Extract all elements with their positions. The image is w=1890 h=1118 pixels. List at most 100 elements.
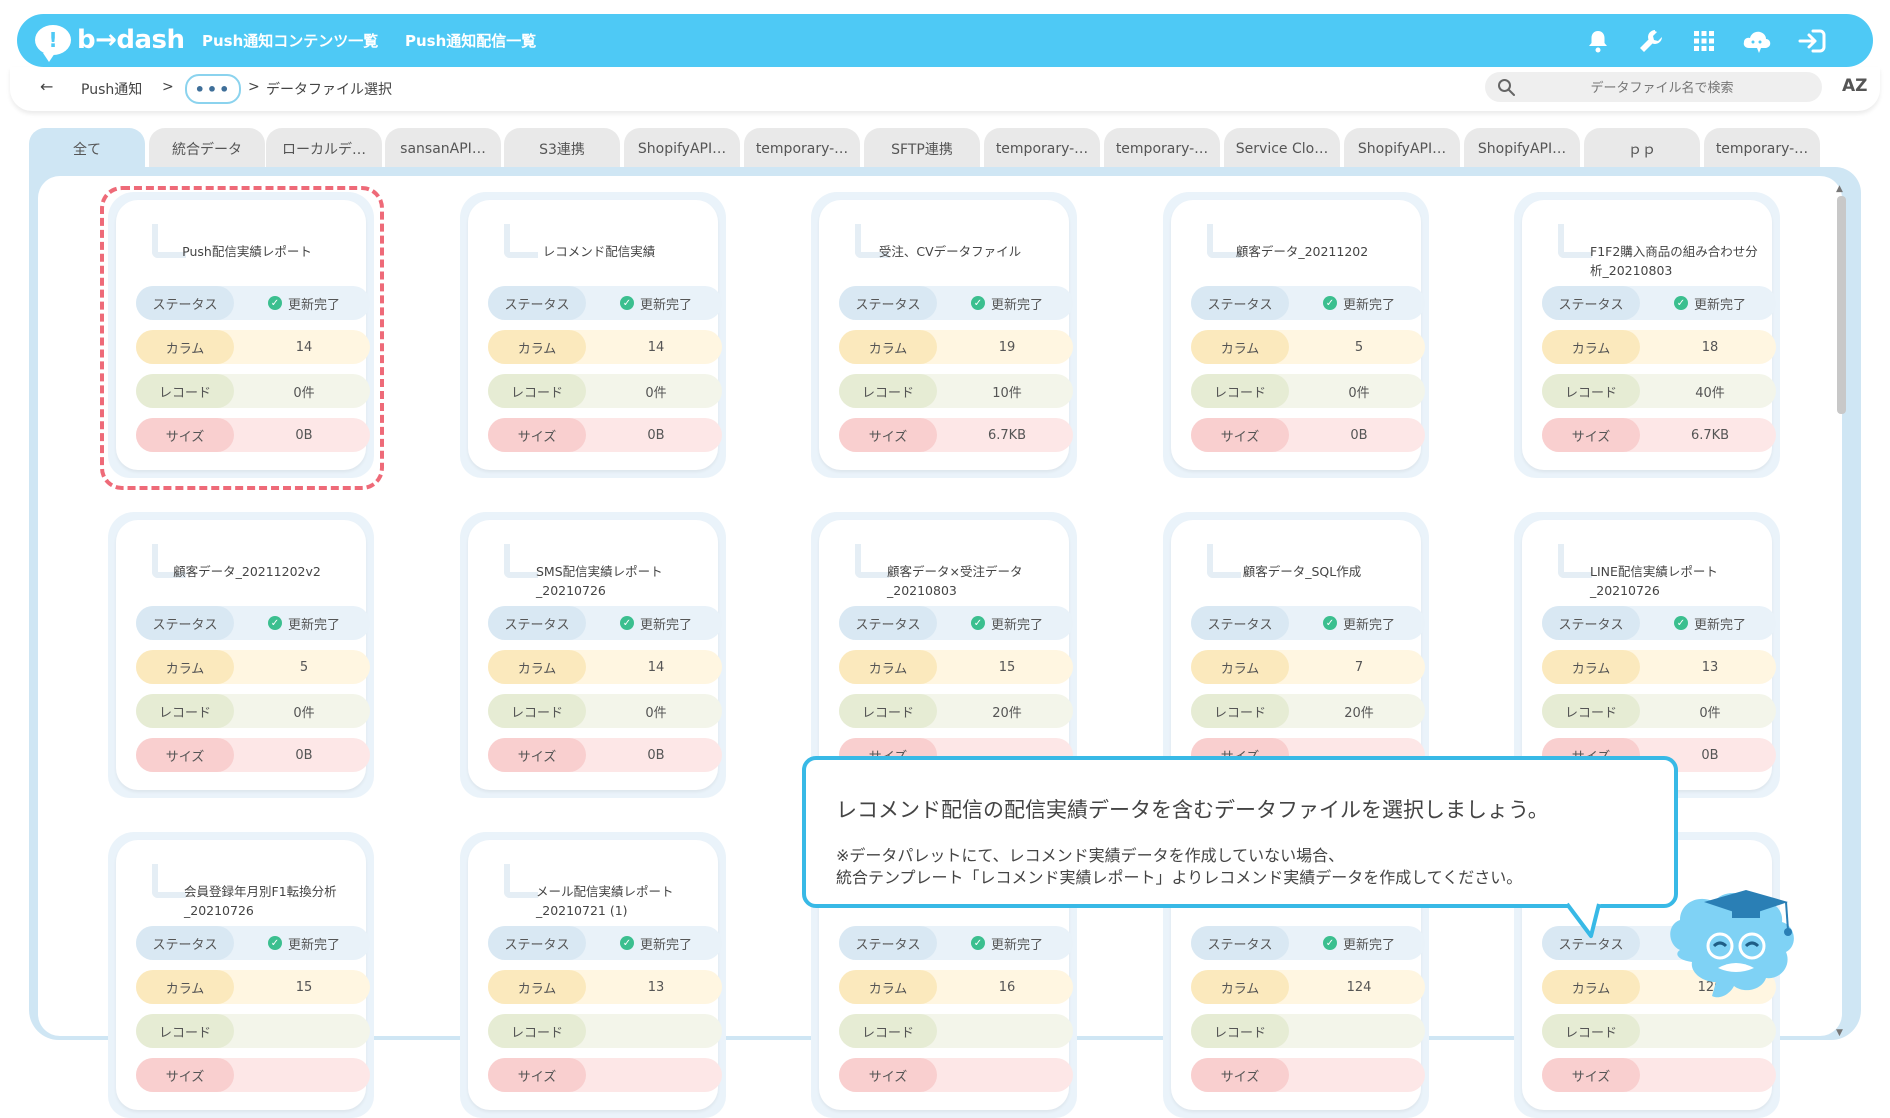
selection-highlight [100,186,384,490]
file-corner-icon [1558,544,1592,578]
card-label-size: サイズ [1191,418,1289,452]
card-value-record [941,1014,1073,1048]
tab-9[interactable]: temporary-… [1104,128,1220,170]
card-label-status: ステータス [488,926,586,960]
card-row-record: レコード 0件 [136,694,370,728]
card-value-size [941,1058,1073,1092]
card-value-column: 13 [1701,659,1719,675]
card-body: 顧客データ_20211202 ステータス ✓ 更新完了 カラム 5 レコード 0件 サイズ 0B [1171,200,1425,470]
card-label-size: サイズ [1542,418,1640,452]
check-circle-icon: ✓ [970,936,985,950]
card-row-status: ステータス ✓ 更新完了 [839,286,1073,320]
scroll-down-icon[interactable]: ▼ [1836,1028,1843,1038]
tab-12[interactable]: ShopifyAPI… [1464,128,1580,170]
tab-0[interactable]: 全て [29,128,145,170]
logout-icon[interactable] [1797,26,1827,56]
card-label-column: カラム [1191,330,1289,364]
card-value-status: ✓ 更新完了 [1644,286,1776,320]
tab-1[interactable]: 統合データ [149,128,265,170]
tab-11[interactable]: ShopifyAPI… [1344,128,1460,170]
card-label-size: サイズ [1542,1058,1640,1092]
card-label-column: カラム [488,330,586,364]
card-value-size [1293,1058,1425,1092]
card-label-status: ステータス [1542,286,1640,320]
tab-2[interactable]: ローカルデ… [266,128,382,170]
card-label-record: レコード [488,374,586,408]
breadcrumb-bar: ← Push通知 > ••• > データファイル選択 AZ [10,67,1880,111]
card-label-record: レコード [839,694,937,728]
search-input[interactable] [1525,76,1799,100]
bell-icon[interactable] [1583,26,1613,56]
card-value-column: 15 [295,979,313,995]
nav-push-contents[interactable]: Push通知コンテンツ一覧 [202,30,378,51]
tooltip-main-text: レコメンド配信の配信実績データを含むデータファイルを選択しましょう。 [836,798,1549,822]
tab-14[interactable]: temporary-… [1704,128,1820,170]
data-file-card[interactable]: レコメンド配信実績 ステータス ✓ 更新完了 カラム 14 レコード 0件 サイズ 0B [460,192,726,478]
tab-7[interactable]: SFTP連携 [864,128,980,170]
scrollbar-thumb[interactable] [1837,196,1846,414]
tooltip-note-line2: 統合テンプレート「レコメンド実績レポート」よりレコメンド実績データを作成してくだ… [836,868,1523,887]
card-label-record: レコード [1542,374,1640,408]
card-title: 顧客データ×受注データ_20210803 [887,564,1023,598]
tab-6[interactable]: temporary-… [744,128,860,170]
card-label-status: ステータス [1542,606,1640,640]
status-text: 更新完了 [639,617,692,633]
card-row-size: サイズ 0B [488,418,722,452]
tab-8[interactable]: temporary-… [984,128,1100,170]
card-label-record: レコード [1191,694,1289,728]
tab-4[interactable]: S3連携 [504,128,620,170]
data-file-card[interactable]: 会員登録年月別F1転換分析_20210726 ステータス ✓ 更新完了 カラム 15 レコー… [108,832,374,1118]
card-title: 受注、CVデータファイル [878,244,1022,259]
sort-az-button[interactable]: AZ [1842,76,1867,96]
grid-icon[interactable] [1689,26,1719,56]
file-corner-icon [152,864,186,898]
card-value-column: 5 [299,659,309,675]
app-logo[interactable]: ! b→dash [35,20,185,62]
nav-push-deliveries[interactable]: Push通知配信一覧 [405,30,536,51]
data-file-card[interactable]: メール配信実績レポート_20210721 (1) ステータス ✓ 更新完了 カラム 13 レ… [460,832,726,1118]
card-row-column: カラム 124 [1191,970,1425,1004]
card-label-column: カラム [488,650,586,684]
wrench-icon[interactable] [1636,26,1666,56]
card-row-record: レコード 40件 [1542,374,1776,408]
card-row-status: ステータス ✓ 更新完了 [839,606,1073,640]
search-icon[interactable] [1497,78,1515,100]
tab-13[interactable]: ｐｐ [1584,128,1700,170]
card-value-status: ✓ 更新完了 [1293,606,1425,640]
breadcrumb-more-button[interactable]: ••• [185,74,241,104]
tab-10[interactable]: Service Clo… [1224,128,1340,170]
card-label-column: カラム [839,650,937,684]
card-label-record: レコード [136,694,234,728]
card-label-status: ステータス [839,606,937,640]
card-row-size: サイズ [1542,1058,1776,1092]
chat-cloud-icon[interactable] [1742,26,1772,56]
data-file-card[interactable]: 顧客データ_20211202v2 ステータス ✓ 更新完了 カラム 5 レコード 0件 サイズ 0… [108,512,374,798]
scroll-up-icon[interactable]: ▲ [1836,184,1843,194]
card-row-record: レコード [839,1014,1073,1048]
card-value-status: ✓ 更新完了 [238,926,370,960]
check-circle-icon: ✓ [1673,296,1688,310]
breadcrumb-root[interactable]: Push通知 [81,79,142,99]
card-row-record: レコード 0件 [488,694,722,728]
data-file-card[interactable]: F1F2購入商品の組み合わせ分析_20210803 ステータス ✓ 更新完了 カラム 18… [1514,192,1780,478]
card-label-size: サイズ [839,418,937,452]
data-file-card[interactable]: 受注、CVデータファイル ステータス ✓ 更新完了 カラム 19 レコード 10件 サイズ 6.7… [811,192,1077,478]
card-value-record: 40件 [1695,385,1725,401]
data-file-card[interactable]: 顧客データ_20211202 ステータス ✓ 更新完了 カラム 5 レコード 0件 サイズ 0B [1163,192,1429,478]
card-row-status: ステータス ✓ 更新完了 [1191,926,1425,960]
status-text: 更新完了 [990,297,1043,313]
card-body: 会員登録年月別F1転換分析_20210726 ステータス ✓ 更新完了 カラム 15 レコー… [116,840,370,1110]
back-arrow-icon[interactable]: ← [40,77,53,96]
tab-5[interactable]: ShopifyAPI… [624,128,740,170]
status-text: 更新完了 [639,937,692,953]
card-value-size: 0B [295,747,313,763]
tab-3[interactable]: sansanAPI… [385,128,501,170]
card-label-record: レコード [1542,1014,1640,1048]
card-label-record: レコード [488,1014,586,1048]
data-file-card[interactable]: SMS配信実績レポート_20210726 ステータス ✓ 更新完了 カラム 14 レコード 0… [460,512,726,798]
card-body: 顧客データ_20211202v2 ステータス ✓ 更新完了 カラム 5 レコード 0件 サイズ 0… [116,520,370,790]
card-label-column: カラム [1542,970,1640,1004]
card-label-size: サイズ [136,1058,234,1092]
card-value-status: ✓ 更新完了 [1293,286,1425,320]
card-label-record: レコード [488,694,586,728]
